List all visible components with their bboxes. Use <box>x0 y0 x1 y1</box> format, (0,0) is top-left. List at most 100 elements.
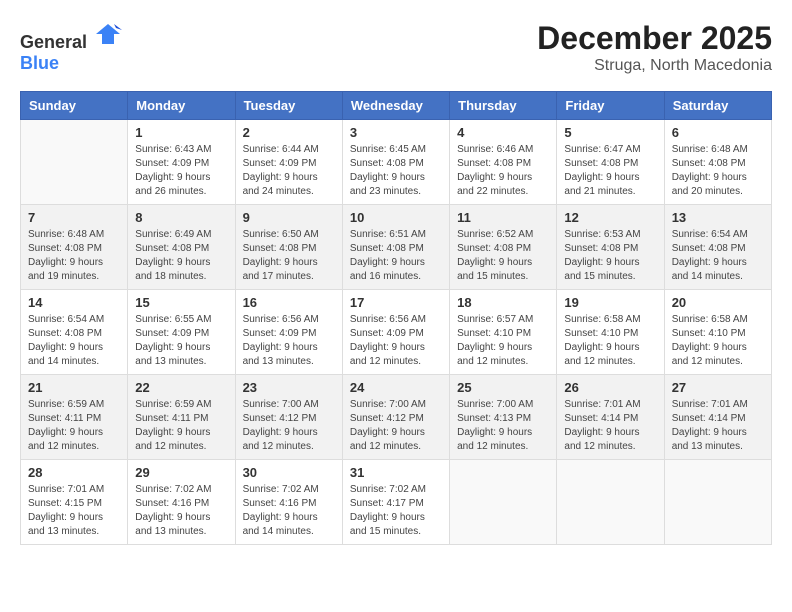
day-number: 19 <box>564 295 656 310</box>
day-number: 11 <box>457 210 549 225</box>
logo-blue: Blue <box>20 53 59 73</box>
day-number: 13 <box>672 210 764 225</box>
day-info: Sunrise: 6:54 AM Sunset: 4:08 PM Dayligh… <box>672 228 764 284</box>
day-info: Sunrise: 7:02 AM Sunset: 4:17 PM Dayligh… <box>350 483 442 539</box>
calendar-cell: 23 Sunrise: 7:00 AM Sunset: 4:12 PM Dayli… <box>235 375 342 460</box>
weekday-header-friday: Friday <box>557 92 664 120</box>
day-number: 8 <box>135 210 227 225</box>
day-number: 7 <box>28 210 120 225</box>
calendar-week-row: 14Sunrise: 6:54 AM Sunset: 4:08 PM Dayli… <box>21 290 772 375</box>
day-info: Sunrise: 6:58 AM Sunset: 4:10 PM Dayligh… <box>564 313 656 369</box>
calendar-cell: 25 Sunrise: 7:00 AM Sunset: 4:13 PM Dayli… <box>450 375 557 460</box>
logo-text: General Blue <box>20 20 122 74</box>
day-info: Sunrise: 7:00 AM Sunset: 4:12 PM Dayligh… <box>350 398 442 454</box>
calendar-cell <box>450 460 557 545</box>
calendar-cell <box>664 460 771 545</box>
logo: General Blue <box>20 20 122 74</box>
calendar-cell: 9 Sunrise: 6:50 AM Sunset: 4:08 PM Daylig… <box>235 205 342 290</box>
calendar-cell: 10 Sunrise: 6:51 AM Sunset: 4:08 PM Dayli… <box>342 205 449 290</box>
day-number: 30 <box>243 465 335 480</box>
calendar-cell: 12 Sunrise: 6:53 AM Sunset: 4:08 PM Dayli… <box>557 205 664 290</box>
day-number: 6 <box>672 125 764 140</box>
day-info: Sunrise: 6:49 AM Sunset: 4:08 PM Dayligh… <box>135 228 227 284</box>
day-info: Sunrise: 6:50 AM Sunset: 4:08 PM Dayligh… <box>243 228 335 284</box>
day-info: Sunrise: 7:00 AM Sunset: 4:13 PM Dayligh… <box>457 398 549 454</box>
day-number: 9 <box>243 210 335 225</box>
day-number: 29 <box>135 465 227 480</box>
day-number: 21 <box>28 380 120 395</box>
day-number: 16 <box>243 295 335 310</box>
calendar-cell: 31Sunrise: 7:02 AM Sunset: 4:17 PM Dayli… <box>342 460 449 545</box>
calendar-cell: 27Sunrise: 7:01 AM Sunset: 4:14 PM Dayli… <box>664 375 771 460</box>
month-title: December 2025 <box>537 20 772 57</box>
day-info: Sunrise: 6:58 AM Sunset: 4:10 PM Dayligh… <box>672 313 764 369</box>
weekday-header-saturday: Saturday <box>664 92 771 120</box>
title-block: December 2025 Struga, North Macedonia <box>537 20 772 75</box>
day-number: 22 <box>135 380 227 395</box>
day-number: 18 <box>457 295 549 310</box>
calendar-cell <box>557 460 664 545</box>
day-info: Sunrise: 6:43 AM Sunset: 4:09 PM Dayligh… <box>135 143 227 199</box>
calendar-cell: 7 Sunrise: 6:48 AM Sunset: 4:08 PM Daylig… <box>21 205 128 290</box>
day-info: Sunrise: 6:52 AM Sunset: 4:08 PM Dayligh… <box>457 228 549 284</box>
logo-bird-icon <box>94 20 122 48</box>
calendar-week-row: 28 Sunrise: 7:01 AM Sunset: 4:15 PM Dayli… <box>21 460 772 545</box>
day-number: 24 <box>350 380 442 395</box>
day-number: 1 <box>135 125 227 140</box>
calendar-cell: 18Sunrise: 6:57 AM Sunset: 4:10 PM Dayli… <box>450 290 557 375</box>
calendar-cell: 20Sunrise: 6:58 AM Sunset: 4:10 PM Dayli… <box>664 290 771 375</box>
day-number: 26 <box>564 380 656 395</box>
calendar-cell: 2Sunrise: 6:44 AM Sunset: 4:09 PM Daylig… <box>235 120 342 205</box>
day-number: 10 <box>350 210 442 225</box>
day-info: Sunrise: 6:51 AM Sunset: 4:08 PM Dayligh… <box>350 228 442 284</box>
calendar-cell: 22 Sunrise: 6:59 AM Sunset: 4:11 PM Dayli… <box>128 375 235 460</box>
day-info: Sunrise: 6:48 AM Sunset: 4:08 PM Dayligh… <box>672 143 764 199</box>
day-info: Sunrise: 7:02 AM Sunset: 4:16 PM Dayligh… <box>135 483 227 539</box>
calendar-week-row: 1 Sunrise: 6:43 AM Sunset: 4:09 PM Daylig… <box>21 120 772 205</box>
day-number: 3 <box>350 125 442 140</box>
day-number: 23 <box>243 380 335 395</box>
day-number: 12 <box>564 210 656 225</box>
day-number: 14 <box>28 295 120 310</box>
weekday-header-row: SundayMondayTuesdayWednesdayThursdayFrid… <box>21 92 772 120</box>
calendar-cell: 5Sunrise: 6:47 AM Sunset: 4:08 PM Daylig… <box>557 120 664 205</box>
day-info: Sunrise: 6:59 AM Sunset: 4:11 PM Dayligh… <box>135 398 227 454</box>
calendar-table: SundayMondayTuesdayWednesdayThursdayFrid… <box>20 91 772 545</box>
day-number: 28 <box>28 465 120 480</box>
calendar-cell: 24 Sunrise: 7:00 AM Sunset: 4:12 PM Dayli… <box>342 375 449 460</box>
day-number: 27 <box>672 380 764 395</box>
day-info: Sunrise: 6:47 AM Sunset: 4:08 PM Dayligh… <box>564 143 656 199</box>
weekday-header-wednesday: Wednesday <box>342 92 449 120</box>
day-number: 15 <box>135 295 227 310</box>
day-number: 2 <box>243 125 335 140</box>
weekday-header-monday: Monday <box>128 92 235 120</box>
day-number: 25 <box>457 380 549 395</box>
day-info: Sunrise: 6:48 AM Sunset: 4:08 PM Dayligh… <box>28 228 120 284</box>
calendar-cell: 8 Sunrise: 6:49 AM Sunset: 4:08 PM Daylig… <box>128 205 235 290</box>
page-header: General Blue December 2025 Struga, North… <box>20 20 772 75</box>
calendar-cell: 14Sunrise: 6:54 AM Sunset: 4:08 PM Dayli… <box>21 290 128 375</box>
calendar-cell: 13 Sunrise: 6:54 AM Sunset: 4:08 PM Dayli… <box>664 205 771 290</box>
location-title: Struga, North Macedonia <box>537 57 772 75</box>
day-info: Sunrise: 7:02 AM Sunset: 4:16 PM Dayligh… <box>243 483 335 539</box>
calendar-cell: 11 Sunrise: 6:52 AM Sunset: 4:08 PM Dayli… <box>450 205 557 290</box>
day-info: Sunrise: 6:53 AM Sunset: 4:08 PM Dayligh… <box>564 228 656 284</box>
calendar-cell: 4Sunrise: 6:46 AM Sunset: 4:08 PM Daylig… <box>450 120 557 205</box>
calendar-cell: 26 Sunrise: 7:01 AM Sunset: 4:14 PM Dayli… <box>557 375 664 460</box>
day-info: Sunrise: 6:46 AM Sunset: 4:08 PM Dayligh… <box>457 143 549 199</box>
day-info: Sunrise: 7:00 AM Sunset: 4:12 PM Dayligh… <box>243 398 335 454</box>
calendar-cell: 6 Sunrise: 6:48 AM Sunset: 4:08 PM Daylig… <box>664 120 771 205</box>
day-info: Sunrise: 6:45 AM Sunset: 4:08 PM Dayligh… <box>350 143 442 199</box>
calendar-cell: 28 Sunrise: 7:01 AM Sunset: 4:15 PM Dayli… <box>21 460 128 545</box>
day-info: Sunrise: 6:59 AM Sunset: 4:11 PM Dayligh… <box>28 398 120 454</box>
day-info: Sunrise: 6:55 AM Sunset: 4:09 PM Dayligh… <box>135 313 227 369</box>
calendar-week-row: 21 Sunrise: 6:59 AM Sunset: 4:11 PM Dayli… <box>21 375 772 460</box>
day-info: Sunrise: 7:01 AM Sunset: 4:15 PM Dayligh… <box>28 483 120 539</box>
day-info: Sunrise: 6:56 AM Sunset: 4:09 PM Dayligh… <box>350 313 442 369</box>
weekday-header-sunday: Sunday <box>21 92 128 120</box>
day-info: Sunrise: 6:56 AM Sunset: 4:09 PM Dayligh… <box>243 313 335 369</box>
weekday-header-tuesday: Tuesday <box>235 92 342 120</box>
weekday-header-thursday: Thursday <box>450 92 557 120</box>
calendar-cell: 30 Sunrise: 7:02 AM Sunset: 4:16 PM Dayli… <box>235 460 342 545</box>
day-info: Sunrise: 7:01 AM Sunset: 4:14 PM Dayligh… <box>564 398 656 454</box>
